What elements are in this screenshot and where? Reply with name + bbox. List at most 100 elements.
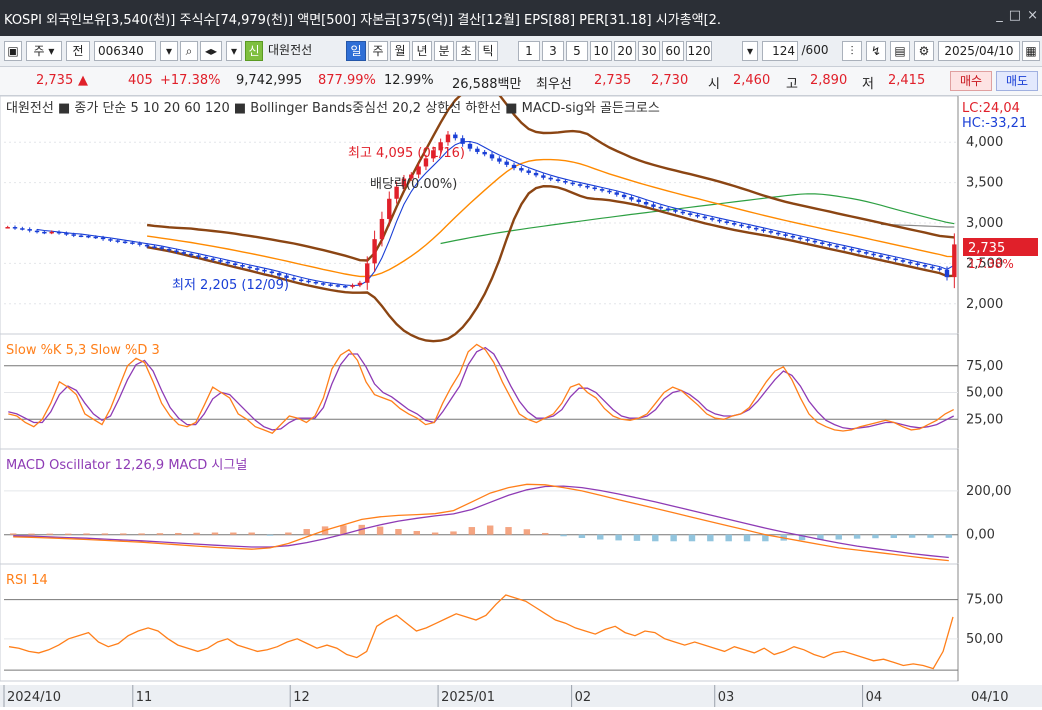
period-tab[interactable]: 월: [390, 41, 410, 61]
period-tab[interactable]: 일: [346, 41, 366, 61]
candle-body: [629, 197, 634, 200]
candle-body: [467, 143, 473, 149]
candle-body: [78, 235, 84, 238]
candle-body: [56, 231, 62, 234]
stoch-legend: Slow %K 5,3 Slow %D 3: [6, 343, 160, 358]
interval-button[interactable]: 120: [686, 41, 712, 61]
stock-code-input[interactable]: 006340: [94, 41, 156, 61]
count-total: /600: [801, 43, 829, 57]
period-tab[interactable]: 틱: [478, 41, 498, 61]
macd-oscillator-bar: [652, 534, 659, 542]
candle-body: [475, 148, 480, 152]
dropdown-arrow-icon[interactable]: ▾: [742, 41, 758, 61]
macd-oscillator-bar: [908, 534, 916, 538]
candle-type-icon[interactable]: ⫶: [842, 41, 862, 61]
high-label: 고: [786, 77, 798, 92]
all-button[interactable]: 전: [66, 41, 90, 61]
turnover-percent: 12.99%: [384, 73, 434, 88]
candle-body: [115, 240, 120, 242]
candle-body: [563, 181, 568, 183]
candle-body: [321, 283, 326, 285]
period-tab[interactable]: 년: [412, 41, 432, 61]
interval-button[interactable]: 1: [518, 41, 540, 61]
candle-body: [607, 190, 612, 193]
chart-area: 2,000 2,500 3,000 3,500 4,000 25,00 50,00 75,0…: [0, 85, 1042, 707]
candle-body: [218, 260, 223, 262]
buy-button[interactable]: 매수: [950, 71, 992, 91]
rsi-legend: RSI 14: [6, 573, 48, 588]
candle-body: [930, 266, 935, 269]
maximize-button[interactable]: □: [1009, 8, 1021, 23]
macd-oscillator-bar: [578, 534, 586, 538]
candle-body: [621, 194, 627, 198]
candle-body: [695, 214, 700, 217]
candle-body: [842, 247, 847, 249]
candle-body: [820, 242, 825, 244]
minimize-button[interactable]: _: [996, 8, 1003, 23]
count-input[interactable]: 124: [762, 41, 798, 61]
macd-tick-label: 200,00: [966, 484, 1012, 499]
interval-button[interactable]: 60: [662, 41, 684, 61]
candle-body: [812, 240, 818, 243]
best-bid: 2,730: [651, 73, 689, 88]
sell-button[interactable]: 매도: [996, 71, 1038, 91]
interval-button[interactable]: 30: [638, 41, 660, 61]
candle-body: [108, 239, 113, 241]
candle-body: [871, 253, 876, 256]
period-tab[interactable]: 분: [434, 41, 454, 61]
interval-button[interactable]: 20: [614, 41, 636, 61]
gear-icon[interactable]: ⚙: [914, 41, 934, 61]
x-tick-label: 12: [293, 690, 310, 705]
save-icon[interactable]: ▤: [890, 41, 910, 61]
macd-oscillator-bar: [431, 532, 439, 535]
x-axis: 2024/10 11 12 2025/01 02 03 04 04/10: [0, 685, 1042, 707]
candle-body: [952, 244, 957, 278]
candle-body: [643, 202, 649, 205]
dropdown-arrow-icon[interactable]: ▾: [160, 41, 178, 61]
candle-body: [152, 246, 157, 248]
interval-button[interactable]: 10: [590, 41, 612, 61]
window-controls: _ □ ×: [996, 8, 1038, 23]
x-tick-label: 11: [136, 690, 153, 705]
macd-oscillator-bar: [376, 526, 384, 535]
candle-body: [159, 247, 164, 249]
candle-body: [34, 230, 40, 233]
indicator-icon[interactable]: ↯: [866, 41, 886, 61]
stock-name: 대원전선: [268, 43, 313, 57]
period-tab[interactable]: 초: [456, 41, 476, 61]
lc-value: LC:24,04: [962, 101, 1020, 116]
macd-oscillator-bar: [413, 530, 420, 535]
macd-oscillator-bar: [560, 534, 567, 537]
prev-next-icon[interactable]: ◂▸: [200, 41, 222, 61]
low-annotation: 최저 2,205 (12/09): [172, 278, 289, 293]
candle-body: [915, 263, 920, 265]
macd-oscillator-bar: [248, 532, 255, 535]
candle-body: [42, 231, 47, 234]
x-axis-background: [0, 685, 1042, 707]
candle-body: [328, 284, 333, 286]
candle-body: [519, 168, 524, 171]
calendar-icon[interactable]: ▦: [1022, 41, 1040, 61]
candle-body: [225, 261, 231, 264]
period-tab[interactable]: 주: [368, 41, 388, 61]
candle-body: [93, 236, 98, 239]
period-type-select[interactable]: 주 ▾: [26, 41, 62, 61]
interval-button[interactable]: 3: [542, 41, 564, 61]
dropdown-arrow-icon[interactable]: ▾: [226, 41, 242, 61]
date-input[interactable]: 2025/04/10: [938, 41, 1020, 61]
best-ask: 2,735: [594, 73, 632, 88]
macd-legend: MACD Oscillator 12,26,9 MACD 시그널: [6, 458, 247, 473]
macd-oscillator-bar: [890, 534, 897, 538]
macd-oscillator-bar: [725, 534, 732, 542]
macd-oscillator-bar: [395, 529, 402, 535]
candle-body: [49, 231, 54, 234]
dividend-annotation: 배당락(0.00%): [370, 177, 457, 192]
search-icon[interactable]: ⌕: [180, 41, 198, 61]
x-tick-label: 03: [718, 690, 735, 705]
stock-info-text: KOSPI 외국인보유[3,540(천)] 주식수[74,979(천)] 액면[…: [4, 13, 722, 28]
low-price: 2,415: [888, 73, 926, 88]
layout-icon[interactable]: ▣: [4, 41, 22, 61]
macd-oscillator-bar: [266, 534, 274, 536]
interval-button[interactable]: 5: [566, 41, 588, 61]
close-button[interactable]: ×: [1027, 8, 1038, 23]
